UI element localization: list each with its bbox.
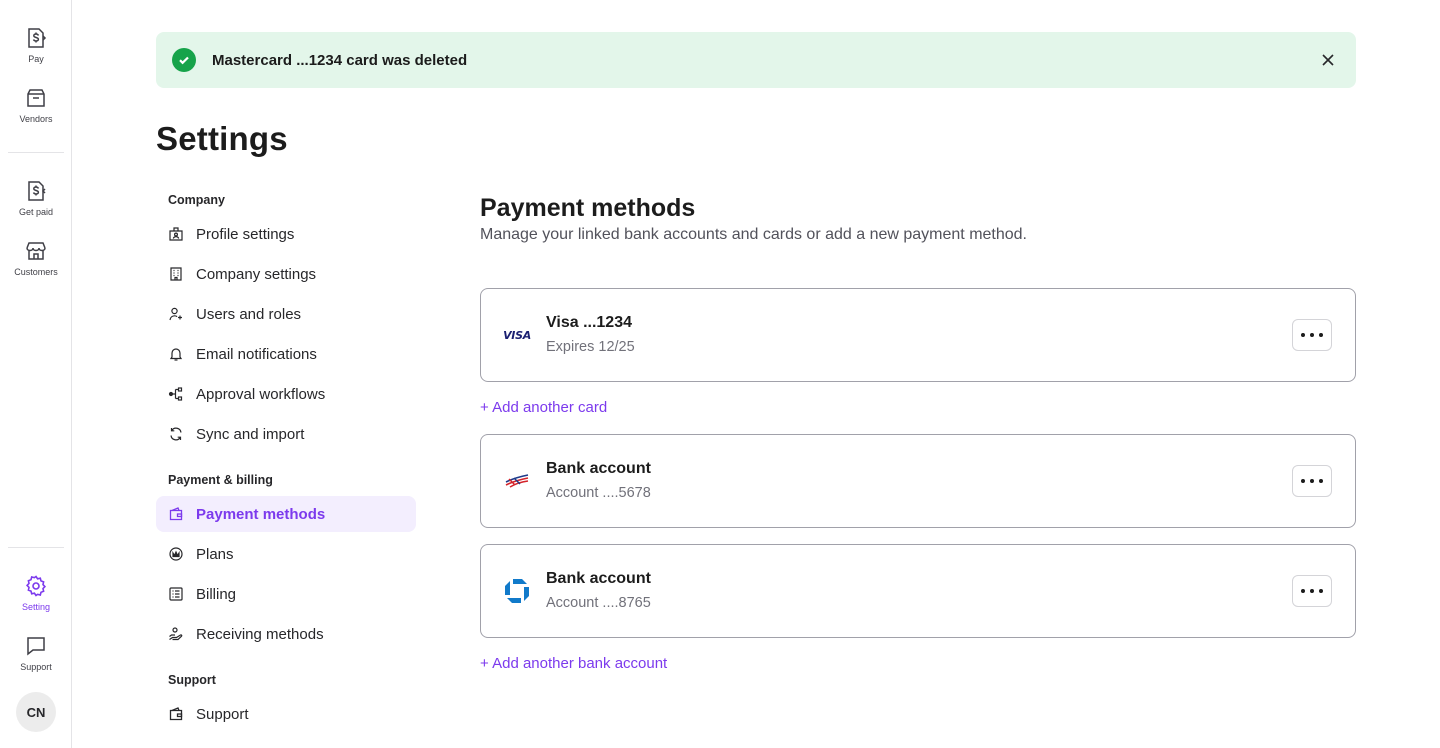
card-title: Bank account — [546, 460, 651, 477]
nav-item-label: Users and roles — [196, 305, 302, 323]
check-icon — [172, 48, 196, 72]
nav-item-company-settings[interactable]: Company settings — [156, 256, 416, 292]
card-text: Bank account Account ....5678 — [546, 459, 1292, 503]
payment-methods-header: Payment methods Manage your linked bank … — [480, 192, 1356, 244]
nav-item-label: Approval workflows — [196, 385, 326, 403]
more-options-button[interactable] — [1292, 575, 1332, 607]
nav-item-profile-settings[interactable]: Profile settings — [156, 216, 416, 252]
section-subtitle: Manage your linked bank accounts and car… — [480, 226, 1027, 243]
visa-logo-text: VISA — [503, 328, 531, 342]
nav-item-label: Support — [196, 705, 249, 723]
ellipsis-icon — [1299, 589, 1326, 593]
card-subtitle: Account ....5678 — [546, 485, 651, 501]
card-text: Bank account Account ....8765 — [546, 569, 1292, 613]
nav-item-receiving-methods[interactable]: Receiving methods — [156, 616, 416, 652]
card-subtitle: Expires 12/25 — [546, 339, 635, 355]
more-options-button[interactable] — [1292, 319, 1332, 351]
nav-item-approval-workflows[interactable]: Approval workflows — [156, 376, 416, 412]
add-card-link[interactable]: + Add another card — [480, 399, 607, 416]
card-title: Visa ...1234 — [546, 314, 632, 331]
nav-item-billing[interactable]: Billing — [156, 576, 416, 612]
rail-item-vendors[interactable]: Vendors — [0, 86, 72, 124]
workflow-icon — [168, 387, 183, 401]
left-rail: Pay Vendors Get paid Customers Setting S… — [0, 0, 72, 748]
rail-label: Vendors — [19, 114, 53, 124]
plans-icon — [169, 547, 183, 561]
chat-icon — [27, 637, 45, 656]
rail-label: Setting — [21, 602, 51, 612]
nav-item-email-notifications[interactable]: Email notifications — [156, 336, 416, 372]
rail-label: Customers — [14, 267, 58, 277]
nav-item-label: Billing — [196, 585, 237, 603]
toast-message: Mastercard ...1234 card was deleted — [212, 51, 468, 69]
nav-item-label: Profile settings — [196, 225, 295, 243]
rail-label: Pay — [28, 54, 44, 64]
wallet-icon — [169, 507, 183, 521]
sync-icon — [170, 427, 182, 441]
nav-item-label: Receiving methods — [196, 625, 324, 643]
vendors-icon — [27, 89, 45, 107]
receiving-icon — [169, 627, 183, 641]
nav-item-users-and-roles[interactable]: Users and roles — [156, 296, 416, 332]
rail-label: Support — [20, 662, 52, 672]
bell-icon — [169, 348, 183, 361]
rail-item-get-paid[interactable]: Get paid — [0, 179, 72, 217]
billing-icon — [169, 587, 183, 601]
customers-icon — [26, 242, 46, 260]
nav-item-label: Company settings — [196, 265, 317, 283]
rail-item-support[interactable]: Support — [0, 634, 72, 672]
rail-divider — [8, 547, 64, 548]
rail-item-setting[interactable]: Setting — [0, 574, 72, 612]
nav-item-support[interactable]: Support — [156, 696, 416, 732]
user-plus-icon — [169, 307, 182, 321]
nav-item-label: Email notifications — [196, 345, 317, 363]
rail-divider — [8, 152, 64, 153]
close-icon[interactable] — [1316, 48, 1340, 72]
avatar[interactable]: CN — [16, 692, 56, 732]
nav-item-label: Payment methods — [196, 505, 326, 523]
get-paid-icon — [28, 181, 46, 201]
pay-icon — [28, 28, 47, 48]
success-toast: Mastercard ...1234 card was deleted — [156, 32, 1356, 88]
nav-group-company: Company — [168, 193, 225, 207]
chase-logo — [504, 578, 530, 604]
ellipsis-icon — [1299, 333, 1326, 337]
payment-method-card[interactable]: VISA Visa ...1234 Expires 12/25 — [480, 288, 1356, 382]
card-text: Visa ...1234 Expires 12/25 — [546, 313, 1292, 357]
add-bank-account-link[interactable]: + Add another bank account — [480, 655, 667, 672]
building-icon — [170, 267, 182, 281]
nav-item-label: Plans — [196, 545, 234, 563]
payment-method-card[interactable]: Bank account Account ....8765 — [480, 544, 1356, 638]
payment-method-card[interactable]: Bank account Account ....5678 — [480, 434, 1356, 528]
gear-icon — [25, 575, 47, 597]
rail-item-customers[interactable]: Customers — [0, 239, 72, 277]
nav-item-sync-and-import[interactable]: Sync and import — [156, 416, 416, 452]
bank-of-america-logo — [504, 468, 530, 494]
rail-item-pay[interactable]: Pay — [0, 26, 72, 64]
profile-icon — [169, 227, 183, 241]
nav-item-label: Sync and import — [196, 425, 305, 443]
support-icon — [169, 707, 183, 721]
more-options-button[interactable] — [1292, 465, 1332, 497]
page-title: Settings — [156, 120, 288, 157]
rail-label: Get paid — [18, 207, 54, 217]
card-subtitle: Account ....8765 — [546, 595, 651, 611]
ellipsis-icon — [1299, 479, 1326, 483]
section-title: Payment methods — [480, 194, 696, 222]
card-title: Bank account — [546, 570, 651, 587]
nav-group-support: Support — [168, 673, 216, 687]
nav-group-payment-billing: Payment & billing — [168, 473, 273, 487]
settings-nav: Company Profile settings Company setting… — [156, 188, 416, 736]
nav-item-payment-methods[interactable]: Payment methods — [156, 496, 416, 532]
visa-logo: VISA — [503, 322, 531, 348]
nav-item-plans[interactable]: Plans — [156, 536, 416, 572]
